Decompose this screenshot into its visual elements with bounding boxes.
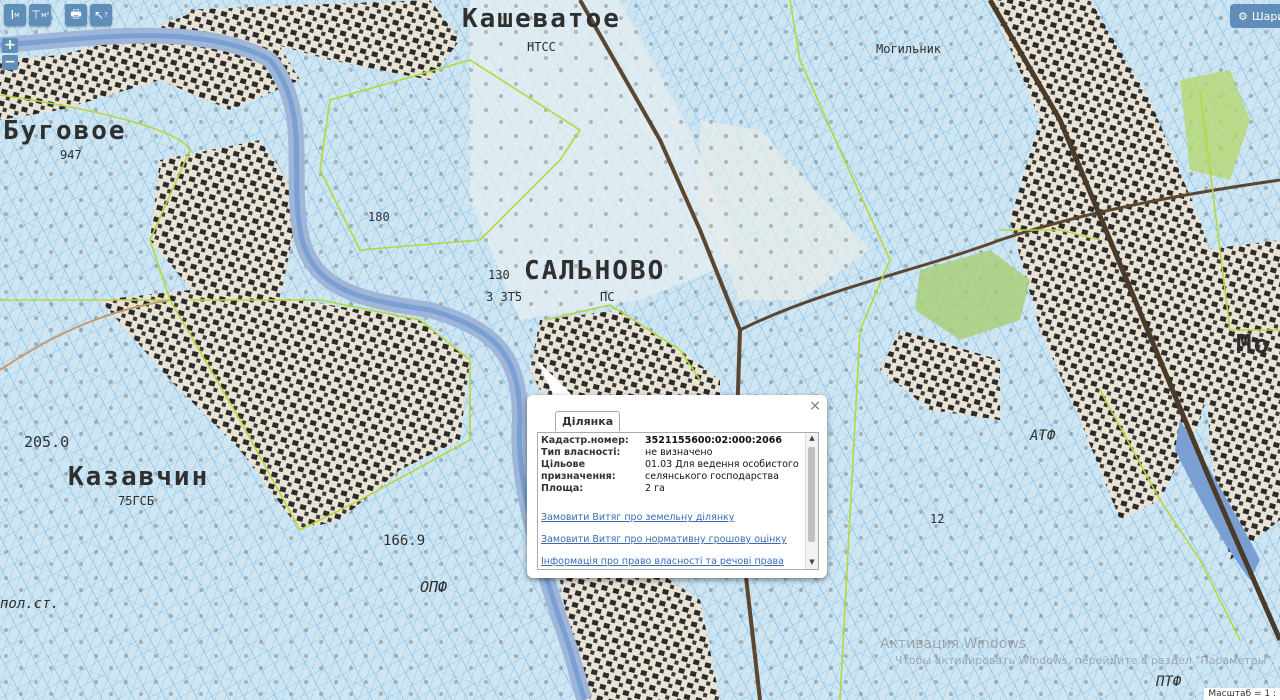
info-row: Кадастр.номер: 3521155600:02:000:2066 [541,435,799,447]
windows-activation-text: Чтобы активировать Windows, перейдите в … [895,654,1275,667]
map-label-opf: ОПФ [420,578,448,596]
map-label-kazavchin-sub: 75ГСБ [118,494,155,508]
info-value: 3521155600:02:000:2066 [645,435,782,446]
scale-label: Масштаб = 1 : [1204,688,1280,700]
info-cursor-button[interactable]: ↖? [90,4,112,26]
measure-area-icon: ⊤ [30,8,42,22]
map-label-salnovo-sub: ПС [600,290,615,304]
map-toolbar: Iм ⊤ м² 🖶 ↖? [4,4,112,26]
toolbar-button-subscript: ? [104,11,108,19]
map-label-kashevatoe: Кашеватое [462,4,621,34]
map-label-mog: Могильник [876,42,942,56]
layers-button-label: Шари [1251,9,1280,23]
map-label-num-zz: 3 ЗТ5 [486,290,523,304]
popup-body: Кадастр.номер: 3521155600:02:000:2066 Тип … [537,432,819,570]
info-key: Площа: [541,483,584,494]
toolbar-button-subscript: м² [41,11,50,19]
map-label-bugovoe: Буговое [3,116,127,146]
popup-link[interactable]: Замовити Витяг про земельну ділянку [541,512,799,523]
info-key: Кадастр.номер: [541,435,629,446]
scroll-down-icon[interactable]: ▼ [807,558,817,568]
info-key: Цільове призначення: [541,459,616,482]
map-label-ptf: ПТФ [1156,674,1182,690]
parcel-info-popup: × Ділянка Кадастр.номер: 3521155600:02:00… [527,395,827,578]
info-key: Тип власності: [541,447,621,458]
gear-icon: ⚙ [1238,9,1248,23]
map-label-180: 180 [368,210,390,224]
map-label-height-205: 205.0 [24,433,70,451]
popup-link[interactable]: Інформація про право власності та речові… [541,556,799,567]
zoom-out-button[interactable]: − [2,55,18,70]
map-label-atf: АТФ [1030,428,1056,444]
info-row: Площа: 2 га [541,483,799,495]
popup-link[interactable]: Замовити Витяг про нормативну грошову оц… [541,534,799,545]
info-value: 01.03 Для ведення особистого селянського… [645,459,799,482]
popup-scrollbar[interactable]: ▲ ▼ [805,433,818,569]
map-label-bugovoe-num: 947 [60,148,82,162]
print-icon: 🖶 [70,6,82,21]
map-label-130: 130 [488,268,510,282]
popup-content: Кадастр.номер: 3521155600:02:000:2066 Тип … [541,435,799,567]
info-row: Тип власності: не визначено [541,447,799,459]
zoom-in-button[interactable]: + [2,38,18,53]
toolbar-button-subscript: м [14,11,20,19]
map-label-salnovo: САЛЬНОВО [524,256,666,286]
windows-activation-title: Активация Windows [880,636,1027,652]
scroll-up-icon[interactable]: ▲ [807,434,817,444]
map-label-kazavchin: Казавчин [68,462,210,492]
info-cursor-icon: ↖ [94,8,105,22]
info-row: Цільове призначення: 01.03 Для ведення ос… [541,459,799,483]
map-label-kashevatoe-sub: НТСС [527,40,556,54]
map-label-12: 12 [930,512,945,526]
scroll-thumb[interactable] [808,447,815,542]
popup-pointer [537,360,575,398]
info-value: 2 га [645,483,665,494]
zoom-control: + − [2,38,18,70]
measure-length-button[interactable]: Iм [4,4,26,26]
popup-spacer [541,495,799,501]
tab-parcel[interactable]: Ділянка [555,411,621,431]
close-icon[interactable]: × [809,398,821,414]
map-label-height-166: 166.9 [383,533,426,549]
print-button[interactable]: 🖶 [65,4,87,26]
map-label-pol: пол.ст. [0,596,60,612]
measure-area-button[interactable]: ⊤ м² [29,4,51,26]
cadastral-map[interactable] [0,0,1280,700]
info-value: не визначено [645,447,713,458]
map-label-mo: Мо [1236,330,1272,360]
layers-button[interactable]: ⚙ Шари [1230,4,1280,28]
